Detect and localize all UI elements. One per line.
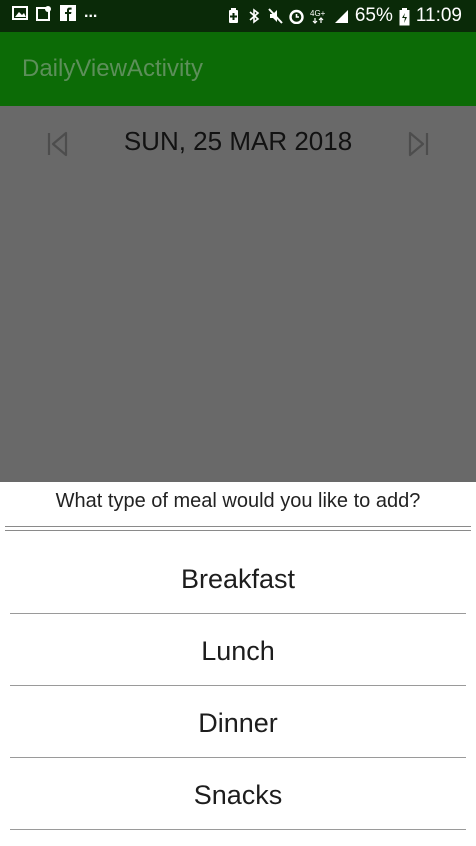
battery-saver-icon	[226, 8, 241, 24]
battery-icon	[399, 8, 410, 26]
skip-next-icon[interactable]	[405, 130, 431, 158]
facebook-icon	[60, 5, 76, 21]
alarm-icon	[289, 8, 304, 25]
option-divider	[10, 757, 466, 758]
option-divider	[10, 613, 466, 614]
location-edit-icon	[36, 5, 52, 21]
bluetooth-icon	[247, 8, 262, 24]
battery-percentage: 65%	[354, 5, 393, 26]
title-divider	[5, 530, 471, 531]
title-divider	[5, 526, 471, 527]
meal-type-dialog: What type of meal would you like to add?…	[0, 482, 476, 846]
meal-option-lunch[interactable]: Lunch	[10, 615, 466, 687]
network-type-text: 4G+	[310, 9, 326, 18]
gallery-icon	[12, 5, 28, 21]
meal-option-dinner[interactable]: Dinner	[10, 687, 466, 759]
more-notifications: ...	[84, 4, 98, 21]
app-title: DailyViewActivity	[22, 55, 203, 82]
mute-icon	[268, 8, 283, 24]
meal-option-snacks[interactable]: Snacks	[10, 759, 466, 831]
dimmed-content-area: SUN, 25 MAR 2018	[0, 106, 476, 482]
option-divider	[10, 829, 466, 830]
app-bar: DailyViewActivity	[0, 32, 476, 106]
meal-option-breakfast[interactable]: Breakfast	[10, 543, 466, 615]
option-divider	[10, 685, 466, 686]
clock: 11:09	[415, 5, 462, 26]
dialog-title: What type of meal would you like to add?	[55, 490, 421, 512]
4g-lte-icon: 4G+	[310, 8, 328, 24]
signal-icon	[334, 8, 349, 24]
status-bar: ... 4G+ 65% 11:09	[0, 0, 476, 32]
